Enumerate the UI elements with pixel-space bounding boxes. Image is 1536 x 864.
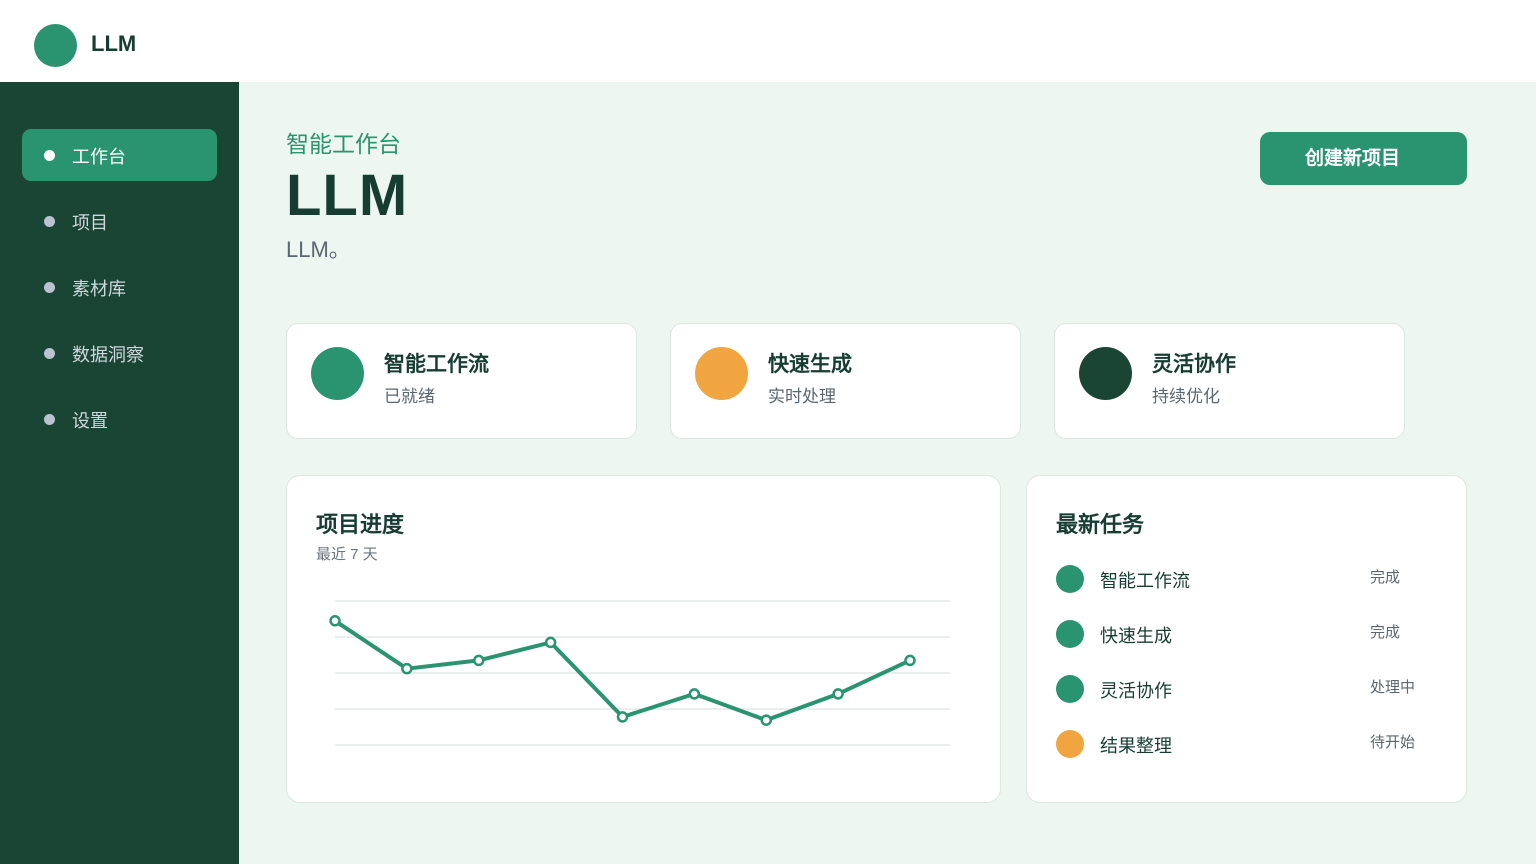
chart-data-point bbox=[616, 711, 629, 723]
tasks-panel: 最新任务 智能工作流 完成 快速生成 完成 灵活协作 处理中 结果整理 待开始 bbox=[1026, 475, 1467, 803]
task-item[interactable]: 结果整理 待开始 bbox=[1056, 723, 1436, 763]
progress-panel: 项目进度 最近 7 天 bbox=[286, 475, 1001, 803]
task-label: 智能工作流 bbox=[1100, 571, 1190, 591]
task-status: 处理中 bbox=[1370, 679, 1416, 696]
sidebar-item-label: 项目 bbox=[72, 213, 108, 233]
page-title: LLM bbox=[286, 163, 409, 228]
sidebar-item-projects[interactable]: 项目 bbox=[22, 195, 217, 247]
stat-subtitle: 已就绪 bbox=[384, 387, 435, 406]
stat-title: 灵活协作 bbox=[1152, 353, 1236, 376]
chart-data-point bbox=[329, 615, 341, 627]
bullet-icon bbox=[44, 216, 55, 227]
sidebar-item-settings[interactable]: 设置 bbox=[22, 393, 217, 445]
sidebar-item-label: 素材库 bbox=[72, 279, 126, 299]
stat-title: 智能工作流 bbox=[384, 353, 489, 376]
sidebar-item-label: 设置 bbox=[72, 411, 108, 431]
tasks-title: 最新任务 bbox=[1056, 512, 1145, 537]
chart-data-point bbox=[904, 654, 916, 667]
logo-icon bbox=[34, 24, 77, 67]
status-dot-icon bbox=[695, 347, 748, 400]
create-project-button-label: 创建新项目 bbox=[1304, 148, 1400, 169]
sidebar-item-assets[interactable]: 素材库 bbox=[22, 261, 217, 313]
task-label: 快速生成 bbox=[1100, 626, 1172, 646]
sidebar-item-workbench[interactable]: 工作台 bbox=[22, 129, 217, 181]
stat-card-generation: 快速生成 实时处理 bbox=[670, 323, 1021, 439]
chart-data-point bbox=[688, 688, 701, 700]
status-dot-icon bbox=[1079, 347, 1132, 400]
task-status: 完成 bbox=[1370, 569, 1401, 586]
task-item[interactable]: 快速生成 完成 bbox=[1056, 613, 1436, 653]
sidebar-item-insights[interactable]: 数据洞察 bbox=[22, 327, 217, 379]
create-project-button[interactable]: 创建新项目 bbox=[1260, 132, 1467, 185]
stat-title: 快速生成 bbox=[768, 353, 852, 376]
main-content: 智能工作台 LLM LLM。 创建新项目 智能工作流 已就绪 快速生成 实时处理… bbox=[239, 82, 1536, 864]
task-label: 结果整理 bbox=[1100, 736, 1172, 756]
progress-line-chart bbox=[329, 600, 950, 746]
sidebar: 工作台 项目 素材库 数据洞察 设置 bbox=[0, 82, 239, 864]
task-status: 待开始 bbox=[1370, 734, 1416, 751]
status-dot-icon bbox=[311, 347, 364, 400]
stat-subtitle: 实时处理 bbox=[768, 387, 836, 406]
task-status-dot-icon bbox=[1056, 675, 1084, 703]
top-bar: LLM bbox=[0, 0, 1536, 82]
task-status: 完成 bbox=[1370, 624, 1401, 641]
task-label: 灵活协作 bbox=[1100, 681, 1172, 701]
sidebar-item-label: 工作台 bbox=[72, 147, 126, 167]
stat-card-workflow: 智能工作流 已就绪 bbox=[286, 323, 637, 439]
chart-data-point bbox=[832, 688, 844, 700]
page-eyebrow: 智能工作台 bbox=[286, 131, 401, 157]
bullet-icon bbox=[44, 348, 55, 359]
stat-subtitle: 持续优化 bbox=[1152, 387, 1220, 406]
chart-data-point bbox=[544, 636, 557, 649]
task-status-dot-icon bbox=[1056, 565, 1084, 593]
task-status-dot-icon bbox=[1056, 730, 1084, 758]
chart-data-point bbox=[401, 662, 413, 675]
page-subtitle: LLM。 bbox=[286, 237, 351, 262]
task-item[interactable]: 灵活协作 处理中 bbox=[1056, 668, 1436, 708]
brand-name: LLM bbox=[91, 31, 137, 56]
chart-data-point bbox=[760, 714, 772, 726]
bullet-icon bbox=[44, 282, 55, 293]
chart-series-line bbox=[333, 619, 911, 723]
stat-card-collaboration: 灵活协作 持续优化 bbox=[1054, 323, 1405, 439]
task-item[interactable]: 智能工作流 完成 bbox=[1056, 558, 1436, 598]
bullet-icon bbox=[44, 414, 55, 425]
chart-data-point bbox=[473, 654, 485, 667]
task-status-dot-icon bbox=[1056, 620, 1084, 648]
sidebar-item-label: 数据洞察 bbox=[72, 345, 144, 365]
bullet-icon bbox=[44, 150, 55, 161]
